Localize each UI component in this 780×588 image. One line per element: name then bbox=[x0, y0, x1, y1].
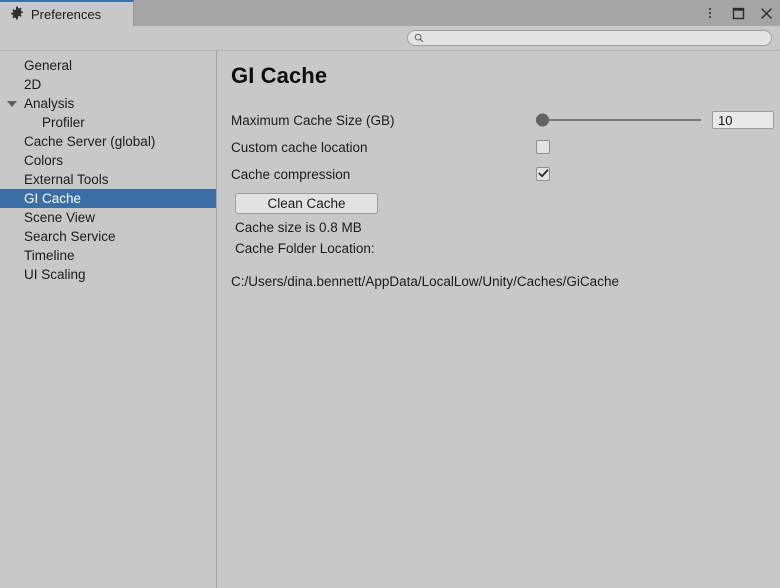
search-icon bbox=[414, 31, 424, 46]
sidebar-item-ui-scaling[interactable]: UI Scaling bbox=[0, 265, 216, 284]
sidebar-item-general[interactable]: General bbox=[0, 56, 216, 75]
search-bar bbox=[0, 26, 780, 51]
window-controls bbox=[702, 0, 774, 26]
sidebar-item-cache-server-global[interactable]: Cache Server (global) bbox=[0, 132, 216, 151]
sidebar-item-label: External Tools bbox=[24, 172, 109, 187]
cache-folder-label: Cache Folder Location: bbox=[235, 241, 780, 256]
body-split: General 2D Analysis Profiler Cache Serve… bbox=[0, 51, 780, 588]
search-field[interactable] bbox=[407, 30, 772, 46]
cache-folder-path: C:/Users/dina.bennett/AppData/LocalLow/U… bbox=[231, 274, 780, 289]
sidebar-item-label: 2D bbox=[24, 77, 41, 92]
close-icon[interactable] bbox=[758, 5, 774, 21]
slider-track bbox=[540, 119, 701, 121]
sidebar-item-label: Cache Server (global) bbox=[24, 134, 155, 149]
kebab-menu-icon[interactable] bbox=[702, 5, 718, 21]
max-cache-size-slider[interactable] bbox=[536, 111, 701, 129]
custom-cache-location-label: Custom cache location bbox=[231, 140, 536, 155]
sidebar-item-profiler[interactable]: Profiler bbox=[0, 113, 216, 132]
max-cache-size-input[interactable]: 10 bbox=[712, 111, 774, 129]
custom-cache-location-row: Custom cache location bbox=[231, 136, 780, 158]
chevron-down-icon[interactable] bbox=[7, 101, 17, 107]
custom-cache-location-checkbox[interactable] bbox=[536, 140, 550, 154]
max-cache-size-label: Maximum Cache Size (GB) bbox=[231, 113, 536, 128]
sidebar-item-label: Scene View bbox=[24, 210, 95, 225]
content-pane: GI Cache Maximum Cache Size (GB) 10 Cust… bbox=[217, 51, 780, 588]
sidebar-item-scene-view[interactable]: Scene View bbox=[0, 208, 216, 227]
search-input[interactable] bbox=[429, 32, 765, 45]
cache-compression-label: Cache compression bbox=[231, 167, 536, 182]
clean-cache-row: Clean Cache bbox=[235, 193, 780, 214]
sidebar-item-label: UI Scaling bbox=[24, 267, 86, 282]
sidebar-item-2d[interactable]: 2D bbox=[0, 75, 216, 94]
sidebar-item-analysis[interactable]: Analysis bbox=[0, 94, 216, 113]
clean-cache-button[interactable]: Clean Cache bbox=[235, 193, 378, 214]
sidebar-item-colors[interactable]: Colors bbox=[0, 151, 216, 170]
max-cache-size-row: Maximum Cache Size (GB) 10 bbox=[231, 109, 780, 131]
tab-label: Preferences bbox=[31, 8, 101, 21]
sidebar-item-label: Timeline bbox=[24, 248, 75, 263]
sidebar-item-timeline[interactable]: Timeline bbox=[0, 246, 216, 265]
maximize-icon[interactable] bbox=[730, 5, 746, 21]
preferences-window: Preferences bbox=[0, 0, 780, 588]
tab-preferences[interactable]: Preferences bbox=[0, 0, 134, 26]
cache-size-text: Cache size is 0.8 MB bbox=[235, 220, 780, 235]
sidebar-item-label: Search Service bbox=[24, 229, 116, 244]
sidebar-item-label: Profiler bbox=[42, 115, 85, 130]
sidebar-item-search-service[interactable]: Search Service bbox=[0, 227, 216, 246]
sidebar-item-label: GI Cache bbox=[24, 191, 81, 206]
title-bar: Preferences bbox=[0, 0, 780, 26]
sidebar-item-gi-cache[interactable]: GI Cache bbox=[0, 189, 216, 208]
gear-icon bbox=[10, 6, 24, 23]
cache-compression-checkbox[interactable] bbox=[536, 167, 550, 181]
sidebar-item-label: Colors bbox=[24, 153, 63, 168]
check-icon bbox=[538, 167, 549, 182]
sidebar-item-label: General bbox=[24, 58, 72, 73]
slider-handle[interactable] bbox=[536, 114, 549, 127]
sidebar-item-label: Analysis bbox=[24, 96, 74, 111]
cache-compression-row: Cache compression bbox=[231, 163, 780, 185]
page-title: GI Cache bbox=[231, 63, 780, 89]
sidebar: General 2D Analysis Profiler Cache Serve… bbox=[0, 51, 217, 588]
sidebar-item-external-tools[interactable]: External Tools bbox=[0, 170, 216, 189]
